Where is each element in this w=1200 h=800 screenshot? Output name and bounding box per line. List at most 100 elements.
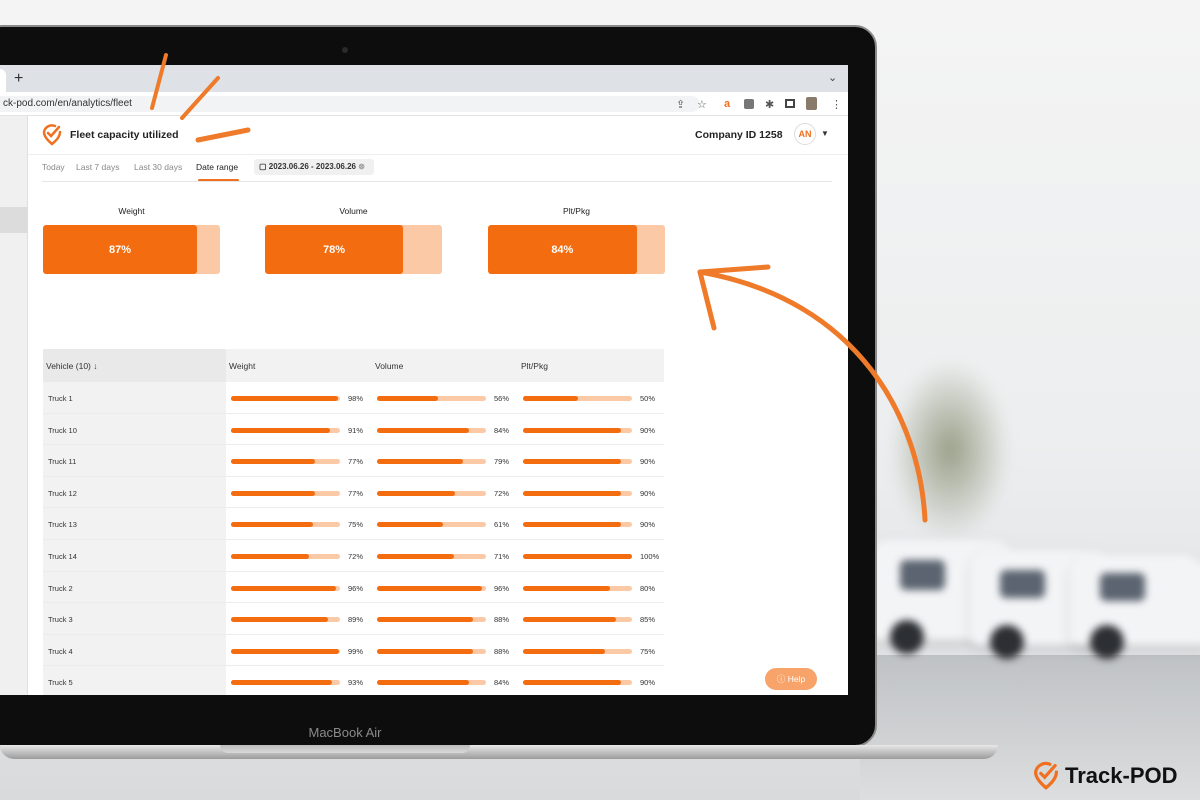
app: Fleet capacity utilized Company ID 1258 … [0, 116, 848, 695]
volume-percent: 88% [494, 615, 510, 625]
weight-capacity-fill [231, 553, 310, 559]
help-button[interactable]: ⓘ Help [765, 668, 817, 690]
sidebar [0, 116, 28, 695]
table-row[interactable]: Truck 2 96% 96% 80% [43, 571, 664, 604]
vehicle-name: Truck 3 [48, 615, 73, 625]
table-row[interactable]: Truck 10 91% 84% 90% [43, 413, 664, 446]
weight-capacity-fill [231, 459, 315, 465]
url-input[interactable]: ck-pod.com/en/analytics/fleet [0, 96, 700, 112]
weight-percent: 93% [348, 678, 364, 688]
vehicle-table: Vehicle (10) ↓ Weight Volume Plt/Pkg Tru… [43, 349, 664, 695]
vehicle-name: Truck 14 [48, 551, 77, 561]
plt-capacity-bar [523, 617, 632, 623]
plt-capacity-fill [523, 585, 611, 591]
table-row[interactable]: Truck 14 72% 71% 100% [43, 539, 664, 572]
weight-capacity-bar [231, 680, 340, 686]
plt-capacity-bar [523, 427, 632, 433]
table-row[interactable]: Truck 4 99% 88% 75% [43, 634, 664, 667]
table-header: Vehicle (10) ↓ Weight Volume Plt/Pkg [43, 349, 664, 382]
summary-capacity-bar: 84% [488, 225, 665, 274]
summary-label: Weight [118, 206, 145, 216]
volume-capacity-fill [377, 490, 456, 496]
screen: + ⌄ ck-pod.com/en/analytics/fleet ⇪ ☆ a … [0, 65, 848, 695]
extension-icon[interactable] [744, 99, 754, 109]
plt-capacity-bar [523, 490, 632, 496]
filter-last-7-days[interactable]: Last 7 days [76, 162, 119, 172]
weight-percent: 77% [348, 457, 364, 467]
plt-capacity-fill [523, 680, 622, 686]
weight-capacity-fill [231, 617, 328, 623]
table-row[interactable]: Truck 3 89% 88% 85% [43, 603, 664, 635]
company-id: Company ID 1258 [695, 129, 783, 141]
table-row[interactable]: Truck 12 77% 72% 90% [43, 476, 664, 509]
volume-percent: 84% [494, 678, 510, 688]
volume-capacity-bar [377, 680, 486, 686]
table-row[interactable]: Truck 11 77% 79% 90% [43, 445, 664, 477]
new-tab-button[interactable]: + [14, 70, 23, 88]
clear-date-icon[interactable]: ⊗ [356, 162, 365, 171]
share-icon[interactable]: ⇪ [676, 98, 685, 111]
menu-kebab-icon[interactable]: ⋮ [831, 98, 842, 111]
weight-capacity-fill [231, 680, 333, 686]
volume-capacity-bar [377, 522, 486, 528]
side-panel-icon[interactable] [785, 99, 795, 108]
address-bar-row: ck-pod.com/en/analytics/fleet ⇪ ☆ a ✱ ⋮ [0, 92, 848, 116]
filter-last-30-days[interactable]: Last 30 days [134, 162, 182, 172]
plt-percent: 90% [640, 678, 656, 688]
weight-capacity-fill [231, 522, 313, 528]
summary-capacity-fill: 78% [265, 225, 404, 274]
user-avatar[interactable]: AN [794, 123, 816, 145]
volume-capacity-bar [377, 396, 486, 401]
date-range-picker[interactable]: ▢ 2023.06.26 - 2023.06.26 ⊗ [254, 159, 374, 175]
column-header-weight[interactable]: Weight [229, 361, 255, 371]
volume-capacity-bar [377, 553, 486, 559]
plt-capacity-bar [523, 648, 632, 654]
sidebar-item-active[interactable] [0, 207, 28, 233]
volume-capacity-fill [377, 522, 444, 528]
plt-percent: 80% [640, 583, 656, 593]
plt-capacity-fill [523, 490, 622, 496]
laptop-notch [220, 745, 470, 753]
volume-capacity-fill [377, 427, 469, 433]
table-row[interactable]: Truck 1 98% 56% 50% [43, 382, 664, 414]
background-tree [890, 360, 1010, 540]
help-label: Help [787, 674, 806, 684]
volume-capacity-bar [377, 617, 486, 623]
profile-avatar[interactable] [806, 97, 817, 110]
volume-capacity-fill [377, 459, 464, 465]
table-row[interactable]: Truck 13 75% 61% 90% [43, 508, 664, 540]
browser-tab[interactable] [0, 69, 6, 92]
weight-capacity-bar [231, 585, 340, 591]
volume-capacity-fill [377, 648, 473, 654]
plt-percent: 85% [640, 615, 656, 625]
plt-capacity-fill [523, 396, 578, 401]
bookmark-star-icon[interactable]: ☆ [697, 98, 707, 111]
app-header: Fleet capacity utilized Company ID 1258 … [28, 116, 848, 155]
weight-capacity-fill [231, 396, 338, 401]
column-header-volume[interactable]: Volume [375, 361, 403, 371]
volume-capacity-bar [377, 648, 486, 654]
amazon-extension-icon[interactable]: a [724, 98, 730, 110]
filter-date-range[interactable]: Date range [196, 162, 238, 172]
summary-label: Volume [339, 206, 368, 216]
filter-today[interactable]: Today [42, 162, 65, 172]
tab-list-chevron-icon[interactable]: ⌄ [828, 71, 837, 84]
volume-percent: 61% [494, 520, 510, 530]
summary-label: Plt/Pkg [563, 206, 590, 216]
background-vans [860, 520, 1200, 670]
table-row[interactable]: Truck 5 93% 84% 90% [43, 666, 664, 695]
user-menu-caret-icon[interactable]: ▼ [821, 129, 829, 138]
weight-capacity-bar [231, 617, 340, 623]
plt-capacity-fill [523, 553, 632, 559]
volume-percent: 72% [494, 488, 510, 498]
plt-capacity-bar [523, 680, 632, 686]
puzzle-extensions-icon[interactable]: ✱ [765, 98, 774, 111]
vehicle-name: Truck 1 [48, 394, 73, 403]
weight-capacity-bar [231, 459, 340, 465]
weight-capacity-fill [231, 648, 339, 654]
column-header-plt-pkg[interactable]: Plt/Pkg [521, 361, 548, 371]
column-header-vehicle[interactable]: Vehicle (10) ↓ [46, 361, 98, 371]
weight-percent: 98% [348, 394, 364, 403]
weight-capacity-bar [231, 648, 340, 654]
camera [342, 47, 348, 53]
